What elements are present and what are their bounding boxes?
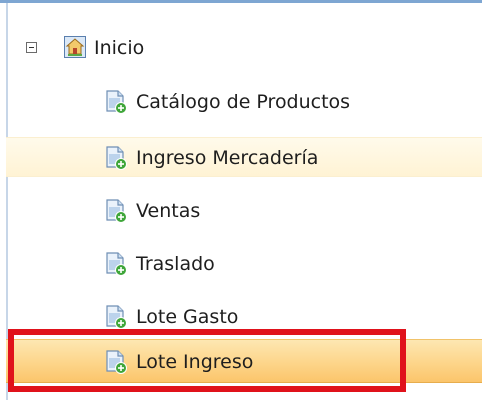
tree-node-inicio[interactable]: Inicio bbox=[6, 28, 482, 68]
document-add-icon bbox=[104, 90, 128, 114]
document-add-icon bbox=[104, 252, 128, 276]
tree-item[interactable]: Catálogo de Productos bbox=[6, 82, 482, 122]
tree-item[interactable]: Lote Gasto bbox=[6, 297, 482, 337]
collapse-icon[interactable] bbox=[26, 42, 37, 53]
tree-item-label: Traslado bbox=[136, 253, 215, 275]
tree-node-label: Inicio bbox=[94, 37, 145, 59]
document-add-icon bbox=[104, 146, 128, 170]
tree-item[interactable]: Ingreso Mercadería bbox=[6, 137, 482, 177]
tree-item-label: Lote Gasto bbox=[136, 306, 239, 328]
document-add-icon bbox=[104, 199, 128, 223]
tree-item[interactable]: Traslado bbox=[6, 244, 482, 284]
tree-item-label: Catálogo de Productos bbox=[136, 91, 351, 113]
tree-item[interactable]: Ventas bbox=[6, 191, 482, 231]
tree-item-label: Ventas bbox=[136, 200, 201, 222]
tree-item-label: Ingreso Mercadería bbox=[136, 147, 319, 169]
tree-item-selected[interactable]: Lote Ingreso bbox=[6, 339, 482, 383]
tree-item-label: Lote Ingreso bbox=[136, 351, 254, 373]
home-icon bbox=[64, 36, 86, 58]
document-add-icon bbox=[104, 350, 128, 374]
document-add-icon bbox=[104, 305, 128, 329]
